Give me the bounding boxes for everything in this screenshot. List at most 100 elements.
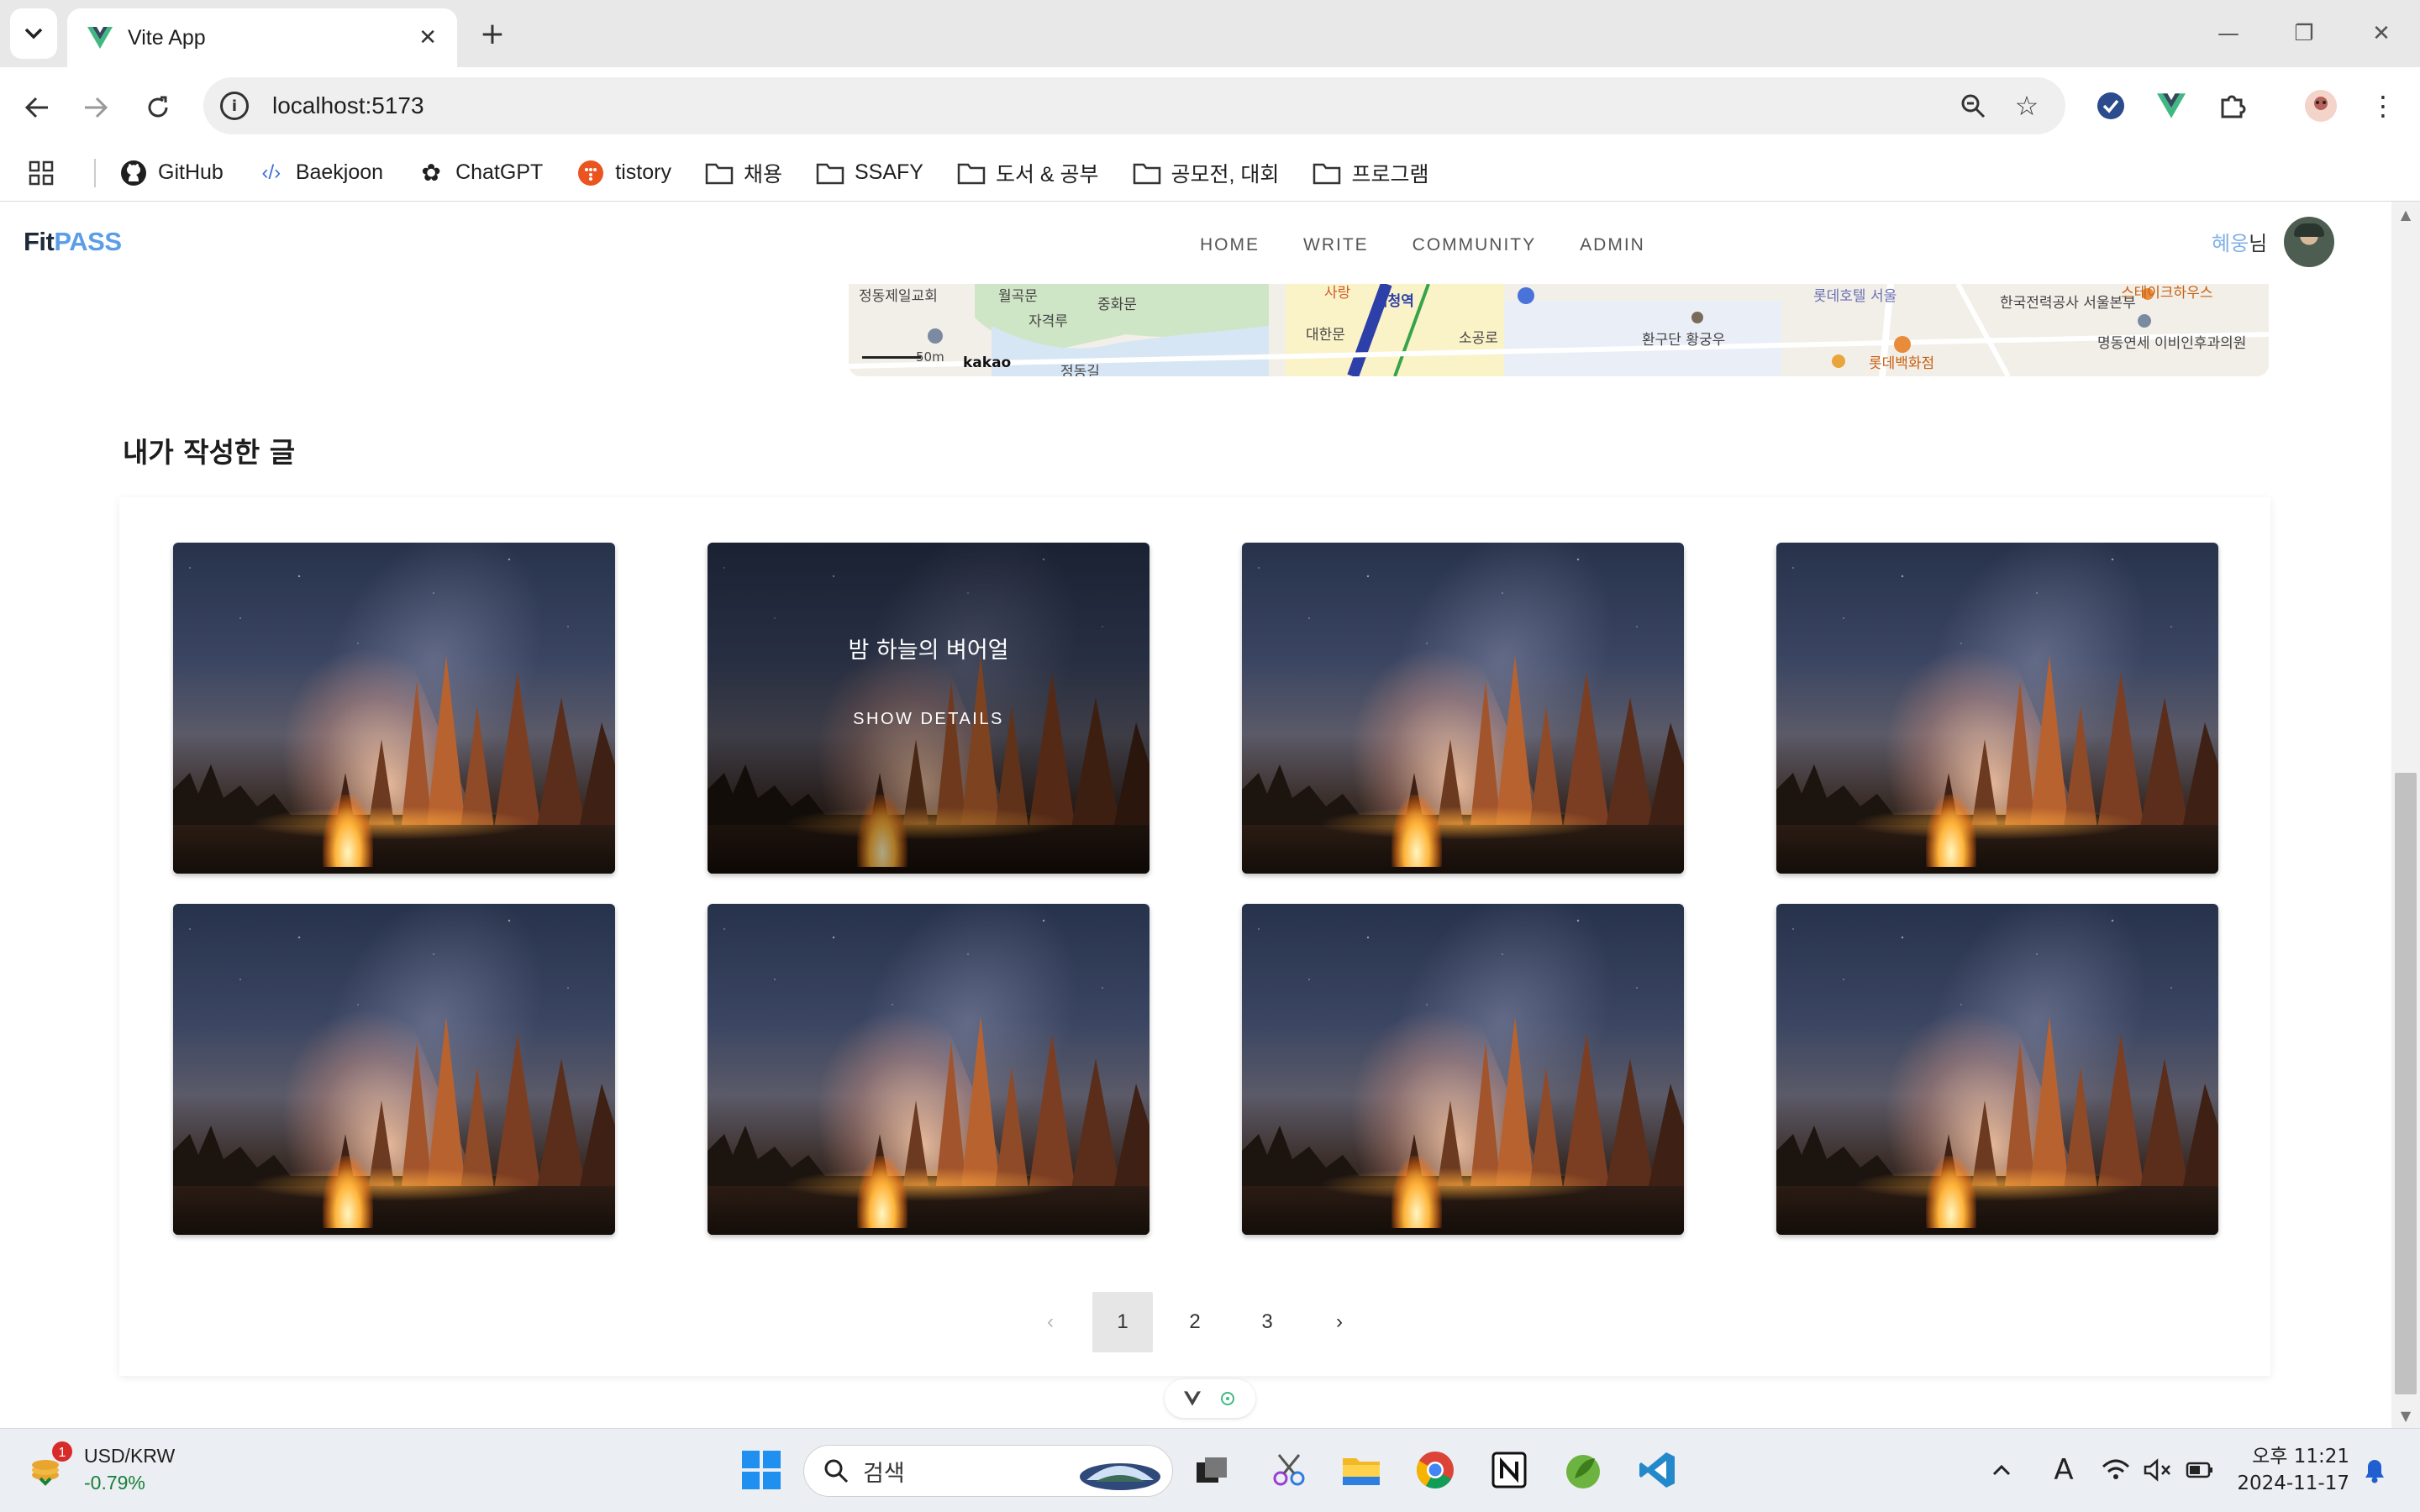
nav-admin[interactable]: ADMIN [1580, 235, 1645, 255]
spring-tools-icon[interactable] [1556, 1443, 1610, 1497]
bookmark-baekjoon[interactable]: ‹/› Baekjoon [257, 159, 383, 187]
user-name: 혜웅 [2212, 232, 2249, 255]
bookmark-folder-books[interactable]: 도서 & 공부 [957, 158, 1099, 188]
address-bar[interactable]: i localhost:5173 [203, 77, 2065, 134]
file-explorer-icon[interactable] [1334, 1443, 1388, 1497]
map-scale: 50m [916, 349, 944, 365]
page-button-2[interactable]: 2 [1165, 1292, 1225, 1352]
post-card[interactable] [1242, 904, 1684, 1235]
pagination: ‹ 1 2 3 › [119, 1292, 2270, 1352]
vue-devtools-icon[interactable] [2151, 86, 2191, 126]
tab-title: Vite App [128, 25, 206, 50]
kakao-map[interactable]: 정동제일교회 월곡문 중화문 자격루 대한문 시청역 소공로 환구단 황궁우 롯… [849, 284, 2269, 376]
avatar[interactable] [2284, 217, 2334, 267]
arrow-left-icon [24, 97, 48, 118]
bookmark-chatgpt[interactable]: ✿ ChatGPT [417, 159, 543, 187]
restore-button[interactable]: ❐ [2279, 12, 2329, 55]
more-menu-icon[interactable]: ⋮ [2365, 87, 2402, 124]
bookmark-label: 도서 & 공부 [995, 162, 1099, 186]
post-thumbnail [1776, 543, 2218, 874]
search-placeholder: 검색 [863, 1460, 905, 1487]
post-card[interactable] [1776, 543, 2218, 874]
post-card[interactable] [173, 543, 615, 874]
next-page-button[interactable]: › [1309, 1292, 1370, 1352]
page-button-1[interactable]: 1 [1092, 1292, 1153, 1352]
show-details-button[interactable]: SHOW DETAILS [839, 701, 1018, 738]
bookmark-separator [94, 158, 96, 187]
extensions-puzzle-icon[interactable] [2212, 86, 2252, 126]
back-button[interactable] [13, 84, 60, 131]
bookmark-github[interactable]: GitHub [119, 159, 224, 187]
map-label: 한국전력공사 서울본부 [2000, 295, 2136, 312]
notification-bell-icon[interactable] [2358, 1443, 2391, 1497]
vue-logo-icon [87, 27, 113, 49]
tistory-icon [576, 159, 605, 187]
tab-close-icon[interactable]: ✕ [418, 25, 437, 50]
bookmark-folder-ssafy[interactable]: SSAFY [816, 159, 923, 187]
wifi-icon[interactable] [2097, 1443, 2134, 1497]
chrome-icon[interactable] [1408, 1443, 1462, 1497]
start-button[interactable] [734, 1443, 788, 1497]
ime-icon[interactable]: A [2040, 1443, 2087, 1497]
user-greeting[interactable]: 혜웅님 [2212, 227, 2267, 256]
post-card[interactable] [708, 904, 1150, 1235]
map-label: 환구단 황궁우 [1642, 332, 1726, 349]
bookmark-label: GitHub [158, 160, 224, 184]
nav-write[interactable]: WRITE [1303, 235, 1369, 255]
new-tab-button[interactable]: + [472, 13, 513, 54]
scroll-up-arrow[interactable]: ▲ [2391, 202, 2420, 227]
vue-devtools-pill[interactable] [1165, 1379, 1255, 1418]
search-icon [824, 1459, 849, 1483]
windows-logo-icon [742, 1451, 781, 1489]
notion-icon[interactable] [1482, 1443, 1536, 1497]
bookmark-tistory[interactable]: tistory [576, 159, 671, 187]
reload-button[interactable] [134, 84, 182, 131]
taskbar-search[interactable]: 검색 [803, 1445, 1173, 1497]
post-card[interactable] [173, 904, 615, 1235]
scroll-thumb[interactable] [2395, 773, 2417, 1394]
profile-avatar-icon[interactable] [2301, 86, 2341, 126]
zoom-icon[interactable] [1954, 87, 1991, 124]
post-card[interactable] [1242, 543, 1684, 874]
bookmark-star-icon[interactable]: ☆ [2008, 87, 2045, 124]
site-logo[interactable]: FitPASS [24, 227, 122, 257]
snipping-tool-icon[interactable] [1262, 1443, 1316, 1497]
nav-home[interactable]: HOME [1200, 235, 1260, 255]
map-label: 정동길 [1060, 364, 1100, 376]
minimize-button[interactable]: — [2203, 12, 2254, 55]
bookmark-folder-recruit[interactable]: 채용 [705, 158, 782, 188]
nav-community[interactable]: COMMUNITY [1413, 235, 1537, 255]
fx-widget[interactable]: 1 [25, 1441, 76, 1495]
site-info-icon[interactable]: i [220, 92, 249, 120]
target-icon [1221, 1392, 1234, 1405]
page-button-3[interactable]: 3 [1237, 1292, 1297, 1352]
post-thumbnail [708, 904, 1150, 1235]
task-view-icon[interactable] [1185, 1443, 1239, 1497]
battery-icon[interactable] [2181, 1443, 2218, 1497]
map-label: 대한문 [1306, 327, 1345, 344]
url-text[interactable]: localhost:5173 [272, 92, 424, 119]
close-window-button[interactable]: ✕ [2356, 12, 2407, 55]
bookmark-label: 공모전, 대회 [1171, 162, 1280, 186]
bookmark-folder-contest[interactable]: 공모전, 대회 [1133, 158, 1280, 188]
tray-overflow-chevron-icon[interactable] [1985, 1443, 2018, 1497]
post-card[interactable] [1776, 904, 2218, 1235]
forward-button[interactable] [72, 84, 119, 131]
kakao-map-logo: kakao [963, 354, 1012, 371]
post-thumbnail [173, 904, 615, 1235]
vscode-icon[interactable] [1630, 1443, 1684, 1497]
apps-grid-icon[interactable] [29, 160, 54, 186]
page-scrollbar[interactable]: ▲ ▼ [2391, 202, 2420, 1428]
extension-check-icon[interactable] [2091, 86, 2131, 126]
site-header [0, 202, 2391, 284]
post-card[interactable]: 밤 하늘의 벼어얼 SHOW DETAILS [708, 543, 1150, 874]
my-posts-panel: 밤 하늘의 벼어얼 SHOW DETAILS ‹ 1 2 3 › [119, 497, 2270, 1376]
prev-page-button[interactable]: ‹ [1020, 1292, 1081, 1352]
post-thumbnail [1776, 904, 2218, 1235]
tab-search-button[interactable] [10, 8, 57, 59]
bookmark-folder-program[interactable]: 프로그램 [1313, 158, 1428, 188]
browser-tab[interactable]: Vite App ✕ [67, 8, 457, 67]
scroll-down-arrow[interactable]: ▼ [2391, 1403, 2420, 1428]
system-clock[interactable]: 오후 11:21 2024-11-17 [2232, 1443, 2349, 1497]
volume-muted-icon[interactable] [2139, 1443, 2176, 1497]
